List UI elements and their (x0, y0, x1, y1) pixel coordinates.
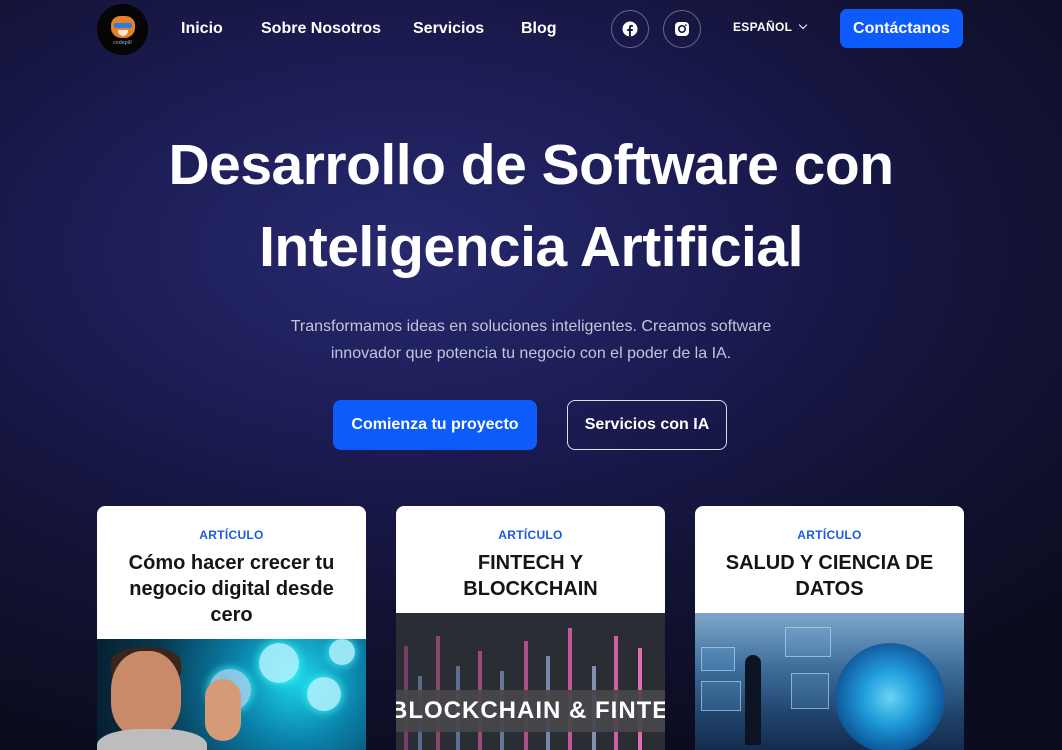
hero-title-line-1: Desarrollo de Software con (168, 133, 894, 197)
instagram-icon (675, 22, 689, 36)
hero-title: Desarrollo de Software con Inteligencia … (0, 124, 1062, 288)
card-title[interactable]: Cómo hacer crecer tu negocio digital des… (115, 550, 348, 628)
hologram-panel (701, 681, 741, 711)
card-image-caption: BLOCKCHAIN & FINTECH (396, 690, 665, 732)
card-title[interactable]: FINTECH Y BLOCKCHAIN (414, 550, 647, 602)
nav-link-blog[interactable]: Blog (521, 20, 557, 38)
nav-link-inicio[interactable]: Inicio (181, 20, 223, 38)
instagram-button[interactable] (663, 10, 701, 48)
start-project-button[interactable]: Comienza tu proyecto (333, 400, 537, 450)
card-image[interactable]: BLOCKCHAIN & FINTECH (396, 613, 665, 750)
article-card[interactable]: ARTÍCULO FINTECH Y BLOCKCHAIN BLOCKCHAIN… (396, 506, 665, 750)
hologram-panel (785, 627, 831, 657)
person-silhouette (745, 655, 761, 745)
hero-title-line-2: Inteligencia Artificial (259, 215, 803, 279)
article-card[interactable]: ARTÍCULO SALUD Y CIENCIA DE DATOS (695, 506, 964, 750)
facebook-icon (622, 21, 638, 37)
language-label: ESPAÑOL (733, 20, 793, 34)
globe-icon (259, 643, 299, 683)
mascot-icon (110, 15, 135, 38)
person-shirt (97, 729, 207, 750)
facebook-button[interactable] (611, 10, 649, 48)
app-icon (329, 639, 355, 665)
card-title[interactable]: SALUD Y CIENCIA DE DATOS (713, 550, 946, 602)
card-image[interactable] (97, 639, 366, 750)
nav-link-servicios[interactable]: Servicios (413, 20, 484, 38)
person-photo (111, 651, 181, 737)
card-kicker: ARTÍCULO (498, 528, 563, 542)
language-selector[interactable]: ESPAÑOL (733, 20, 808, 34)
nav-link-sobre-nosotros[interactable]: Sobre Nosotros (261, 20, 381, 38)
contact-button[interactable]: Contáctanos (840, 9, 963, 48)
article-card[interactable]: ARTÍCULO Cómo hacer crecer tu negocio di… (97, 506, 366, 750)
card-kicker: ARTÍCULO (199, 528, 264, 542)
person-hand (205, 679, 241, 741)
top-navbar: codepill Inicio Sobre Nosotros Servicios… (0, 0, 1062, 58)
chevron-down-icon (798, 20, 808, 30)
hero-subtitle: Transformamos ideas en soluciones inteli… (260, 313, 802, 367)
hologram-panel (701, 647, 735, 671)
logo[interactable]: codepill (97, 4, 148, 55)
hero-subtitle-line-2: innovador que potencia tu negocio con el… (330, 345, 732, 362)
logo-text: codepill (113, 39, 132, 46)
network-icon (307, 677, 341, 711)
ai-services-button[interactable]: Servicios con IA (567, 400, 727, 450)
hero-subtitle-line-1: Transformamos ideas en soluciones inteli… (290, 318, 772, 335)
digital-globe (835, 643, 945, 750)
card-kicker: ARTÍCULO (797, 528, 862, 542)
hologram-panel (791, 673, 829, 709)
card-image[interactable] (695, 613, 964, 750)
